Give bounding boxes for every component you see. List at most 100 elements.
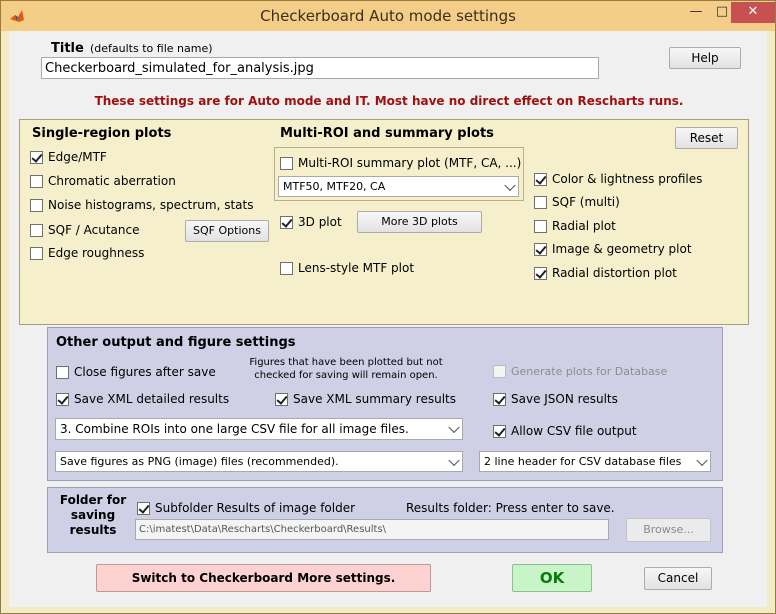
noise-histograms-checkbox[interactable]: Noise histograms, spectrum, stats — [30, 198, 254, 212]
results-folder-note: Results folder: Press enter to save. — [406, 501, 615, 515]
results-path-value: C:\imatest\Data\Rescharts\Checkerboard\R… — [139, 524, 387, 535]
chevron-down-icon — [448, 454, 460, 466]
title-hint: (defaults to file name) — [90, 42, 213, 55]
checkbox-box[interactable] — [280, 156, 293, 170]
checkbox-box[interactable] — [30, 174, 43, 188]
checkbox-box[interactable] — [493, 392, 506, 406]
checkbox-label: Image & geometry plot — [552, 242, 692, 256]
edge-mtf-checkbox[interactable]: Edge/MTF — [30, 150, 107, 164]
chevron-down-icon — [696, 454, 708, 466]
select-value: 2 line header for CSV database files — [484, 455, 682, 468]
checkbox-label: SQF (multi) — [552, 195, 620, 209]
checkbox-label: Allow CSV file output — [511, 424, 637, 438]
multi-roi-summary-checkbox[interactable]: Multi-ROI summary plot (MTF, CA, ...) — [280, 156, 521, 170]
checkbox-label: Lens-style MTF plot — [298, 261, 415, 275]
switch-settings-button[interactable]: Switch to Checkerboard More settings. — [96, 564, 431, 592]
browse-button[interactable]: Browse... — [626, 518, 711, 542]
cancel-button[interactable]: Cancel — [644, 567, 712, 590]
checkbox-box[interactable] — [137, 501, 150, 515]
3d-plot-checkbox[interactable]: 3D plot — [280, 215, 342, 229]
checkbox-label: Subfolder Results of image folder — [155, 501, 356, 515]
settings-notice: These settings are for Auto mode and IT.… — [94, 94, 684, 108]
reset-button[interactable]: Reset — [675, 127, 738, 149]
checkbox-box[interactable] — [280, 261, 293, 275]
edge-roughness-checkbox[interactable]: Edge roughness — [30, 246, 144, 260]
ok-button[interactable]: OK — [512, 564, 592, 592]
checkbox-label: Save XML detailed results — [74, 392, 230, 406]
color-lightness-checkbox[interactable]: Color & lightness profiles — [534, 172, 702, 186]
figures-note: Figures that have been plotted but not c… — [231, 356, 461, 382]
radial-plot-checkbox[interactable]: Radial plot — [534, 219, 616, 233]
image-geometry-checkbox[interactable]: Image & geometry plot — [534, 242, 692, 256]
checkbox-box[interactable] — [30, 223, 43, 237]
chromatic-aberration-checkbox[interactable]: Chromatic aberration — [30, 174, 176, 188]
checkbox-label: Save JSON results — [511, 392, 618, 406]
checkbox-box[interactable] — [280, 215, 293, 229]
checkbox-label: Color & lightness profiles — [552, 172, 703, 186]
checkbox-box[interactable] — [30, 150, 43, 164]
output-settings-heading: Other output and figure settings — [56, 335, 296, 350]
checkbox-label: SQF / Acutance — [48, 223, 140, 237]
multi-roi-heading: Multi-ROI and summary plots — [280, 126, 494, 141]
checkbox-box[interactable] — [534, 195, 547, 209]
help-button[interactable]: Help — [669, 47, 741, 69]
checkbox-label: Generate plots for Database — [511, 365, 668, 378]
title-input-value: Checkerboard_simulated_for_analysis.jpg — [45, 60, 314, 76]
select-value: Save figures as PNG (image) files (recom… — [60, 455, 339, 468]
checkbox-box[interactable] — [534, 172, 547, 186]
subfolder-results-checkbox[interactable]: Subfolder Results of image folder — [137, 501, 355, 515]
csv-header-select[interactable]: 2 line header for CSV database files — [479, 451, 711, 472]
figure-format-select[interactable]: Save figures as PNG (image) files (recom… — [55, 451, 463, 472]
checkbox-box[interactable] — [534, 266, 547, 280]
select-value: 3. Combine ROIs into one large CSV file … — [60, 422, 409, 436]
checkbox-box[interactable] — [30, 198, 43, 212]
checkbox-label: Close figures after save — [74, 365, 216, 379]
dialog-window: Checkerboard Auto mode settings — □ ✕ Ti… — [0, 0, 776, 614]
figures-note-line1: Figures that have been plotted but not — [249, 357, 443, 368]
checkbox-box[interactable] — [534, 242, 547, 256]
save-xml-detailed-checkbox[interactable]: Save XML detailed results — [56, 392, 229, 406]
title-input[interactable]: Checkerboard_simulated_for_analysis.jpg — [41, 57, 599, 79]
results-path-input[interactable]: C:\imatest\Data\Rescharts\Checkerboard\R… — [135, 519, 609, 540]
checkbox-label: Chromatic aberration — [48, 174, 176, 188]
sqf-multi-checkbox[interactable]: SQF (multi) — [534, 195, 620, 209]
checkbox-box[interactable] — [493, 365, 506, 378]
close-figures-checkbox[interactable]: Close figures after save — [56, 365, 216, 379]
checkbox-box[interactable] — [30, 246, 43, 260]
close-button[interactable]: ✕ — [731, 2, 775, 23]
checkbox-box[interactable] — [534, 219, 547, 233]
window-title: Checkerboard Auto mode settings — [260, 7, 516, 25]
checkbox-box[interactable] — [493, 424, 506, 438]
save-json-checkbox[interactable]: Save JSON results — [493, 392, 618, 406]
folder-heading-line2: saving — [70, 508, 116, 522]
folder-heading: Folder for saving results — [59, 493, 127, 538]
checkbox-label: Radial plot — [552, 219, 616, 233]
radial-distortion-checkbox[interactable]: Radial distortion plot — [534, 266, 677, 280]
more-3d-plots-button[interactable]: More 3D plots — [357, 211, 482, 233]
folder-heading-line3: results — [69, 523, 117, 537]
checkbox-label: Edge roughness — [48, 246, 145, 260]
sqf-acutance-checkbox[interactable]: SQF / Acutance — [30, 223, 139, 237]
checkbox-label: Radial distortion plot — [552, 266, 677, 280]
summary-plot-select[interactable]: MTF50, MTF20, CA — [278, 176, 519, 197]
sqf-options-button[interactable]: SQF Options — [185, 220, 269, 242]
select-value: MTF50, MTF20, CA — [283, 180, 386, 193]
checkbox-label: Noise histograms, spectrum, stats — [48, 198, 254, 212]
checkbox-box[interactable] — [56, 392, 69, 406]
checkbox-box[interactable] — [275, 392, 288, 406]
minimize-button[interactable]: — — [683, 2, 709, 23]
allow-csv-checkbox[interactable]: Allow CSV file output — [493, 424, 637, 438]
checkbox-label: Save XML summary results — [293, 392, 456, 406]
title-label: Title — [51, 41, 84, 56]
checkbox-label: Multi-ROI summary plot (MTF, CA, ...) — [298, 156, 522, 170]
single-region-heading: Single-region plots — [32, 126, 172, 141]
checkbox-box[interactable] — [56, 365, 69, 379]
checkbox-label: Edge/MTF — [48, 150, 107, 164]
title-bar[interactable]: Checkerboard Auto mode settings — □ ✕ — [1, 1, 775, 31]
lens-style-mtf-checkbox[interactable]: Lens-style MTF plot — [280, 261, 414, 275]
chevron-down-icon — [448, 421, 460, 434]
folder-heading-line1: Folder for — [59, 493, 127, 507]
save-xml-summary-checkbox[interactable]: Save XML summary results — [275, 392, 456, 406]
csv-mode-select[interactable]: 3. Combine ROIs into one large CSV file … — [55, 418, 463, 440]
generate-database-checkbox[interactable]: Generate plots for Database — [493, 365, 667, 378]
